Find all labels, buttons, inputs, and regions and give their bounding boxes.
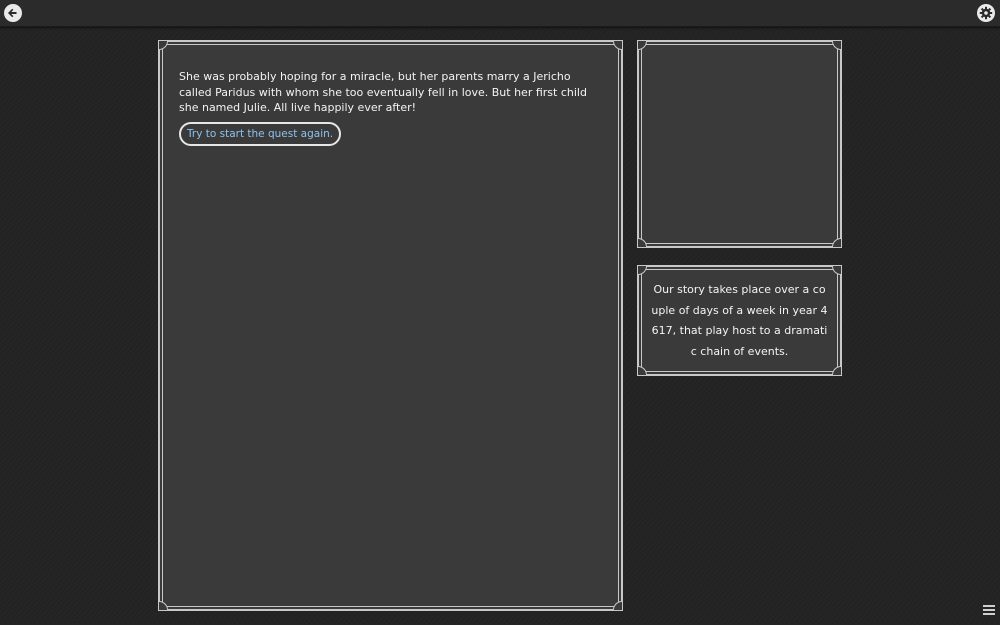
back-arrow-icon	[8, 8, 17, 18]
info-text: Our story takes place over a couple of d…	[651, 283, 828, 358]
hamburger-menu-icon	[983, 605, 995, 615]
panel-corner-ornament	[159, 601, 168, 610]
panel-corner-ornament	[613, 41, 622, 50]
panel-corner-ornament	[832, 366, 841, 375]
back-button[interactable]	[4, 4, 22, 22]
info-panel: Our story takes place over a couple of d…	[637, 265, 842, 376]
image-panel	[637, 40, 842, 248]
panel-corner-ornament	[832, 238, 841, 247]
settings-button[interactable]	[977, 4, 995, 22]
restart-quest-link[interactable]: Try to start the quest again.	[179, 122, 342, 146]
panel-corner-ornament	[832, 266, 841, 275]
panel-corner-ornament	[638, 266, 647, 275]
story-panel: She was probably hoping for a miracle, b…	[158, 40, 623, 611]
menu-button[interactable]	[983, 605, 995, 619]
top-bar	[0, 0, 1000, 27]
gear-icon	[979, 6, 993, 20]
story-text: She was probably hoping for a miracle, b…	[179, 70, 587, 114]
panel-corner-ornament	[638, 238, 647, 247]
panel-corner-ornament	[638, 366, 647, 375]
panel-corner-ornament	[832, 41, 841, 50]
panel-corner-ornament	[638, 41, 647, 50]
panel-corner-ornament	[159, 41, 168, 50]
panel-corner-ornament	[613, 601, 622, 610]
